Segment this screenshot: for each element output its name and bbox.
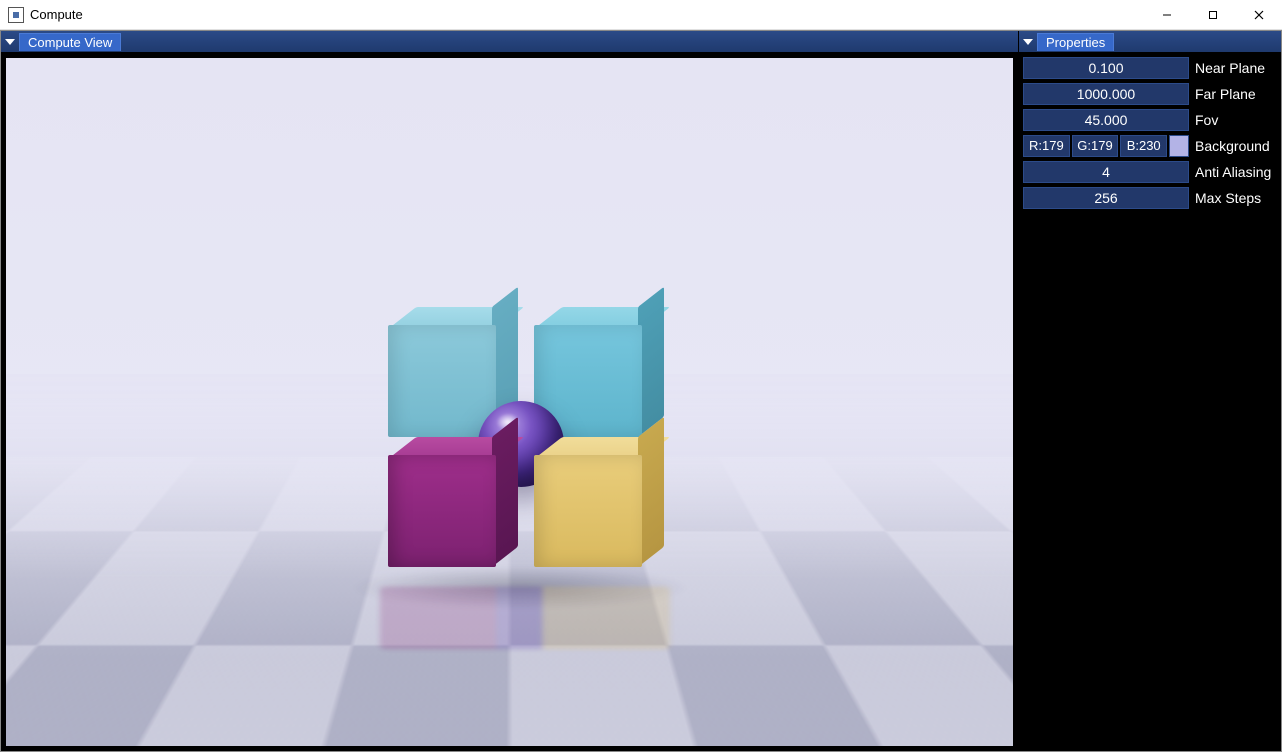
maximize-icon xyxy=(1208,10,1218,20)
far-plane-label: Far Plane xyxy=(1195,86,1256,102)
anti-aliasing-input[interactable]: 4 xyxy=(1023,161,1189,183)
app-icon xyxy=(8,7,24,23)
cube-bottom-right xyxy=(534,455,642,567)
compute-view-panel: Compute View xyxy=(1,31,1019,751)
near-plane-input[interactable]: 0.100 xyxy=(1023,57,1189,79)
background-color-swatch[interactable] xyxy=(1169,135,1189,157)
far-plane-input[interactable]: 1000.000 xyxy=(1023,83,1189,105)
tab-properties[interactable]: Properties xyxy=(1037,33,1114,51)
minimize-icon xyxy=(1162,10,1172,20)
fov-label: Fov xyxy=(1195,112,1218,128)
panel-collapse-button[interactable] xyxy=(1019,31,1037,52)
compute-view-header: Compute View xyxy=(1,31,1018,53)
window-controls xyxy=(1144,0,1282,29)
max-steps-label: Max Steps xyxy=(1195,190,1261,206)
viewport-wrap xyxy=(1,53,1018,751)
tab-compute-view[interactable]: Compute View xyxy=(19,33,121,51)
background-r-input[interactable]: R:179 xyxy=(1023,135,1070,157)
chevron-down-icon xyxy=(5,39,15,45)
cube-top-left xyxy=(388,325,496,437)
minimize-button[interactable] xyxy=(1144,0,1190,30)
background-g-input[interactable]: G:179 xyxy=(1072,135,1119,157)
prop-row-anti-aliasing: 4 Anti Aliasing xyxy=(1023,161,1275,183)
properties-list: 0.100 Near Plane 1000.000 Far Plane 45.0… xyxy=(1019,53,1281,213)
anti-aliasing-label: Anti Aliasing xyxy=(1195,164,1271,180)
close-button[interactable] xyxy=(1236,0,1282,30)
title-bar: Compute xyxy=(0,0,1282,30)
viewport[interactable] xyxy=(5,57,1014,747)
chevron-down-icon xyxy=(1023,39,1033,45)
cube-bottom-left xyxy=(388,455,496,567)
max-steps-input[interactable]: 256 xyxy=(1023,187,1189,209)
prop-row-max-steps: 256 Max Steps xyxy=(1023,187,1275,209)
panel-collapse-button[interactable] xyxy=(1,31,19,52)
app-body: Compute View xyxy=(0,30,1282,752)
fov-input[interactable]: 45.000 xyxy=(1023,109,1189,131)
background-b-input[interactable]: B:230 xyxy=(1120,135,1167,157)
title-bar-left: Compute xyxy=(8,7,83,23)
near-plane-label: Near Plane xyxy=(1195,60,1265,76)
background-rgb-group: R:179 G:179 B:230 xyxy=(1023,135,1189,157)
properties-panel: Properties 0.100 Near Plane 1000.000 Far… xyxy=(1019,31,1281,751)
window-title: Compute xyxy=(30,7,83,22)
maximize-button[interactable] xyxy=(1190,0,1236,30)
scene-reflection xyxy=(380,587,670,650)
prop-row-near-plane: 0.100 Near Plane xyxy=(1023,57,1275,79)
prop-row-background: R:179 G:179 B:230 Background xyxy=(1023,135,1275,157)
prop-row-far-plane: 1000.000 Far Plane xyxy=(1023,83,1275,105)
background-label: Background xyxy=(1195,138,1270,154)
close-icon xyxy=(1254,10,1264,20)
prop-row-fov: 45.000 Fov xyxy=(1023,109,1275,131)
properties-header: Properties xyxy=(1019,31,1281,53)
